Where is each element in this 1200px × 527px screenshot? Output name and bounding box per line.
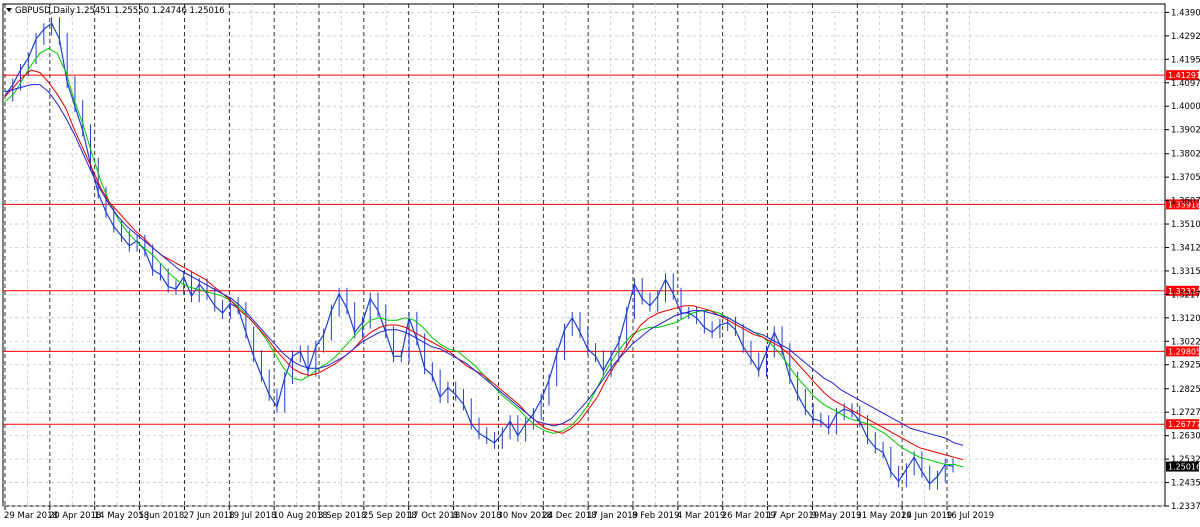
x-tick-label: 24 Jun 2019 <box>901 511 952 521</box>
y-tick-label: 1.29250 <box>1171 361 1200 371</box>
y-tick-label: 1.28250 <box>1171 385 1200 395</box>
y-tick-label: 1.36075 <box>1171 197 1200 207</box>
y-tick-label: 1.37050 <box>1171 173 1200 183</box>
x-tick-label: 27 Jun 2018 <box>183 511 234 521</box>
symbol-label: GBPUSD,Daily <box>15 6 75 16</box>
y-tick-label: 1.31200 <box>1171 314 1200 324</box>
y-tick-label: 1.34125 <box>1171 243 1200 253</box>
level-label: 1.26777 <box>1168 420 1200 429</box>
y-tick-label: 1.30225 <box>1171 337 1200 347</box>
x-tick-label: 8 Feb 2019 <box>632 511 680 521</box>
y-tick-label: 1.33150 <box>1171 267 1200 277</box>
x-tick-label: 19 Jul 2018 <box>228 511 276 521</box>
y-tick-label: 1.39025 <box>1171 126 1200 136</box>
level-label: 1.29805 <box>1168 347 1200 356</box>
x-tick-label: 9 May 2019 <box>811 511 861 521</box>
x-tick-label: 3 Sep 2018 <box>318 511 366 521</box>
ohlc-readout: 1.25451 1.25550 1.24746 1.25016 <box>76 6 225 16</box>
current-price-label: 1.25016 <box>1168 463 1200 472</box>
y-tick-label: 1.40000 <box>1171 102 1200 112</box>
x-tick-label: 5 Jun 2018 <box>139 511 185 521</box>
y-tick-label: 1.43900 <box>1171 8 1200 18</box>
x-tick-label: 4 Mar 2019 <box>677 511 725 521</box>
chart-background <box>0 0 1200 523</box>
price-chart[interactable]: 1.412911.359181.323241.298051.26777 1.43… <box>0 0 1200 523</box>
y-tick-label: 1.26300 <box>1171 432 1200 442</box>
y-tick-label: 1.41950 <box>1171 55 1200 65</box>
y-tick-label: 1.40975 <box>1171 79 1200 89</box>
chart-window: 1.41291 1.35918 1.32324 1.29805 1.26777 1.43… <box>0 0 1200 523</box>
y-tick-label: 1.35100 <box>1171 220 1200 230</box>
y-tick-label: 1.24350 <box>1171 479 1200 489</box>
y-tick-label: 1.32175 <box>1171 290 1200 300</box>
chart-header: GBPUSD,Daily 1.25451 1.25550 1.24746 1.2… <box>6 6 225 16</box>
x-tick-label: 16 Jul 2019 <box>946 511 994 521</box>
y-tick-label: 1.38025 <box>1171 150 1200 160</box>
y-tick-label: 1.42925 <box>1171 32 1200 42</box>
y-tick-label: 1.23375 <box>1171 502 1200 512</box>
y-tick-label: 1.27275 <box>1171 408 1200 418</box>
x-tick-label: 17 Jan 2019 <box>587 511 638 521</box>
x-tick-label: 8 Nov 2018 <box>453 511 502 521</box>
